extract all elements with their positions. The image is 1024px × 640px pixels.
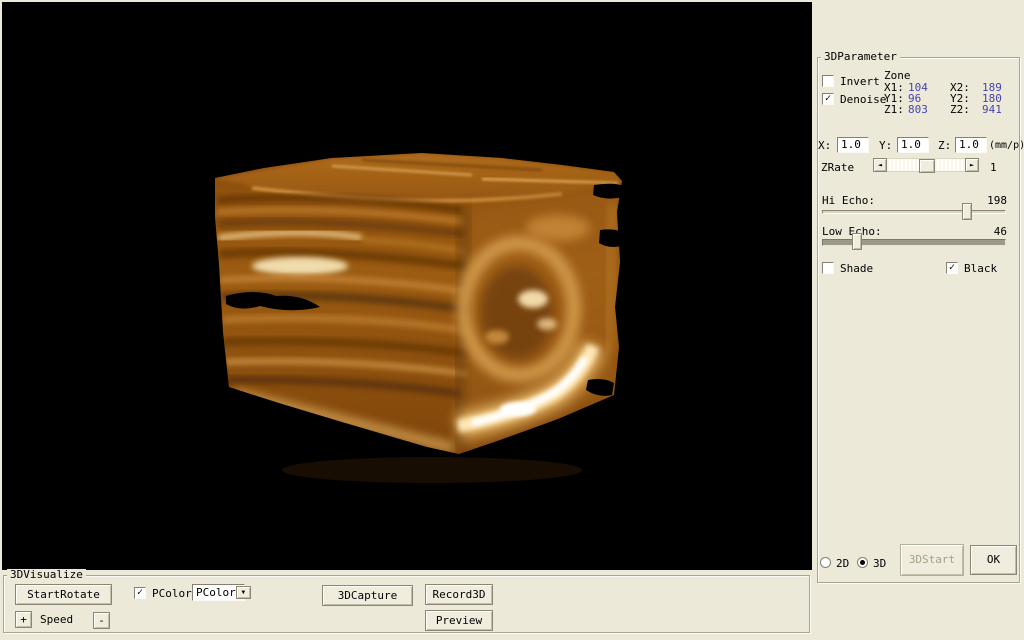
scale-y-input[interactable]: 1.0: [897, 137, 929, 153]
check-icon: ✓: [823, 93, 833, 105]
scale-z-value: 1.0: [959, 139, 979, 151]
zone-z2-label: Z2:: [950, 104, 970, 116]
zrate-thumb[interactable]: [919, 159, 935, 173]
speed-plus-button[interactable]: +: [15, 611, 32, 628]
volume-3d-render: [2, 2, 812, 570]
shade-label: Shade: [840, 263, 873, 275]
hi-echo-thumb[interactable]: [962, 203, 972, 220]
hi-echo-slider[interactable]: [822, 210, 1006, 214]
check-icon: ✓: [135, 587, 145, 599]
parameter-title: 3DParameter: [821, 51, 900, 63]
denoise-label: Denoise: [840, 94, 886, 106]
low-echo-slider[interactable]: [822, 239, 1006, 246]
check-icon: ✓: [947, 262, 957, 274]
record-3d-button[interactable]: Record3D: [425, 584, 493, 605]
zone-z1-value: 803: [908, 104, 928, 116]
invert-label: Invert: [840, 76, 880, 88]
zrate-left-button[interactable]: ◄: [873, 158, 887, 172]
scale-z-input[interactable]: 1.0: [955, 137, 987, 153]
scale-x-input[interactable]: 1.0: [837, 137, 869, 153]
low-echo-value: 46: [975, 226, 1007, 238]
zrate-value: 1: [990, 162, 997, 174]
pcolor-dropdown-button[interactable]: ▼: [236, 586, 251, 599]
pcolor-checkbox[interactable]: ✓: [134, 587, 146, 599]
mode-2d-radio[interactable]: [820, 557, 831, 568]
zrate-right-button[interactable]: ►: [965, 158, 979, 172]
zone-z2-value: 941: [982, 104, 1002, 116]
pcolor-dropdown-value: PColor: [193, 587, 236, 599]
preview-label: Preview: [436, 615, 482, 627]
speed-minus-button[interactable]: -: [93, 612, 110, 629]
ok-button[interactable]: OK: [970, 545, 1017, 575]
app-window: { "colors": { "window_bg": "#ece9d8", "v…: [0, 0, 1024, 640]
low-echo-track[interactable]: [822, 239, 1006, 246]
shade-checkbox[interactable]: [822, 262, 834, 274]
mode-3d-label: 3D: [873, 558, 886, 570]
invert-checkbox[interactable]: [822, 75, 834, 87]
zrate-label: ZRate: [821, 162, 854, 174]
visualize-title: 3DVisualize: [7, 569, 86, 581]
chevron-down-icon: ▼: [241, 587, 245, 599]
start-3d-button-label: 3DStart: [909, 554, 955, 566]
zrate-scrollbar: ◄ ►: [873, 158, 979, 172]
render-viewport[interactable]: [2, 2, 812, 570]
scale-y-label: Y:: [879, 140, 892, 152]
radio-dot: [860, 560, 865, 565]
capture-3d-button[interactable]: 3DCapture: [322, 585, 413, 606]
scale-z-label: Z:: [938, 140, 951, 152]
black-checkbox[interactable]: ✓: [946, 262, 958, 274]
start-rotate-button[interactable]: StartRotate: [15, 584, 112, 605]
speed-plus-label: +: [20, 614, 27, 626]
hi-echo-label: Hi Echo:: [822, 195, 875, 207]
mode-2d-label: 2D: [836, 558, 849, 570]
ok-button-label: OK: [987, 554, 1000, 566]
preview-button[interactable]: Preview: [425, 610, 493, 631]
hi-echo-value: 198: [975, 195, 1007, 207]
zrate-track[interactable]: [887, 158, 965, 172]
start-rotate-label: StartRotate: [27, 589, 100, 601]
record-3d-label: Record3D: [433, 589, 486, 601]
speed-minus-label: -: [98, 615, 105, 627]
hi-echo-track[interactable]: [822, 210, 1006, 214]
zone-z1-label: Z1:: [884, 104, 904, 116]
denoise-checkbox[interactable]: ✓: [822, 93, 834, 105]
speed-label: Speed: [40, 614, 73, 626]
scroll-right-icon: ►: [970, 159, 974, 171]
scale-x-label: X:: [818, 140, 831, 152]
pcolor-dropdown[interactable]: PColor ▼: [192, 584, 245, 601]
parameter-groupbox: [817, 57, 1020, 583]
scale-y-value: 1.0: [901, 139, 921, 151]
black-label: Black: [964, 263, 997, 275]
start-3d-button[interactable]: 3DStart: [900, 544, 964, 576]
pcolor-label: PColor: [152, 588, 192, 600]
mode-3d-radio[interactable]: [857, 557, 868, 568]
scale-unit-label: (mm/p): [989, 140, 1024, 152]
low-echo-thumb[interactable]: [852, 233, 862, 250]
scroll-left-icon: ◄: [878, 159, 882, 171]
capture-3d-label: 3DCapture: [338, 590, 398, 602]
scale-x-value: 1.0: [841, 139, 861, 151]
